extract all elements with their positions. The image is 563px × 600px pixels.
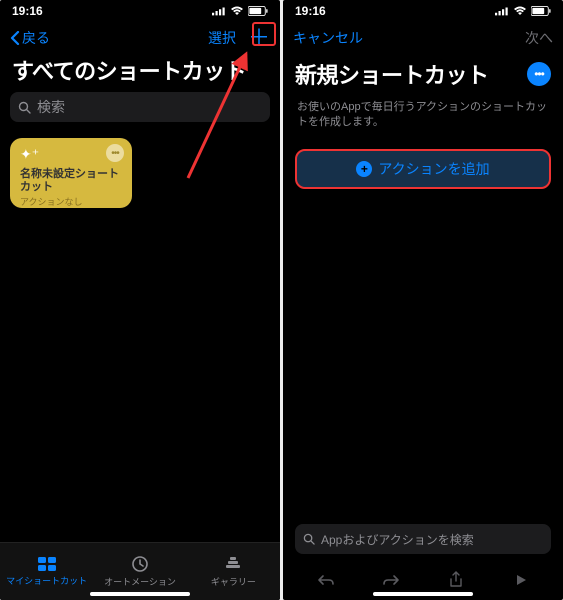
status-bar: 19:16 — [283, 0, 563, 22]
bottom-toolbar: Appおよびアクションを検索 — [283, 514, 563, 564]
action-search-bar[interactable]: Appおよびアクションを検索 — [295, 524, 551, 554]
back-label: 戻る — [22, 28, 50, 48]
automation-icon — [131, 555, 149, 573]
home-indicator[interactable] — [373, 592, 473, 596]
tab-my-shortcuts[interactable]: マイショートカット — [0, 543, 93, 600]
nav-bar: キャンセル 次へ — [283, 22, 563, 54]
add-action-label: アクションを追加 — [378, 159, 489, 179]
status-indicators — [495, 6, 551, 16]
cellular-icon — [495, 6, 509, 16]
status-bar: 19:16 — [0, 0, 280, 22]
back-button[interactable]: 戻る — [10, 28, 50, 48]
page-subtitle: お使いのAppで毎日行うアクションのショートカットを作成します。 — [283, 98, 563, 143]
card-subtitle: アクションなし — [20, 195, 122, 208]
action-search-placeholder: Appおよびアクションを検索 — [321, 531, 474, 548]
tab-label: ギャラリー — [211, 575, 256, 588]
gallery-icon — [224, 555, 242, 573]
undo-button[interactable] — [315, 573, 337, 592]
chevron-left-icon — [10, 31, 20, 45]
phone-left: 19:16 戻る 選択 ＋ すべてのショートカット 検索 ✦⁺ ••• 名称未設… — [0, 0, 280, 600]
play-icon — [514, 573, 528, 587]
redo-button[interactable] — [380, 573, 402, 592]
tab-label: マイショートカット — [6, 574, 87, 587]
status-indicators — [212, 6, 268, 16]
next-button[interactable]: 次へ — [525, 28, 553, 48]
wifi-icon — [513, 6, 527, 16]
shortcut-card[interactable]: ✦⁺ ••• 名称未設定ショートカット アクションなし — [10, 138, 132, 208]
magic-wand-icon: ✦⁺ — [20, 146, 39, 163]
phone-right: 19:16 キャンセル 次へ 新規ショートカット ••• お使いのAppで毎日行… — [283, 0, 563, 600]
more-button[interactable]: ••• — [527, 62, 551, 86]
add-action-button[interactable]: + アクションを追加 — [295, 149, 551, 189]
tab-gallery[interactable]: ギャラリー — [187, 543, 280, 600]
content-area — [283, 195, 563, 514]
status-time: 19:16 — [12, 4, 43, 18]
content-area: ✦⁺ ••• 名称未設定ショートカット アクションなし — [0, 130, 280, 542]
plus-circle-icon: + — [356, 161, 372, 177]
card-title: 名称未設定ショートカット — [20, 168, 122, 194]
share-button[interactable] — [445, 571, 467, 594]
page-title: 新規ショートカット — [295, 58, 489, 90]
battery-icon — [248, 6, 268, 16]
home-indicator[interactable] — [90, 592, 190, 596]
cellular-icon — [212, 6, 226, 16]
share-icon — [449, 571, 463, 589]
tab-label: オートメーション — [104, 575, 176, 588]
wifi-icon — [230, 6, 244, 16]
redo-icon — [382, 573, 400, 587]
card-more-button[interactable]: ••• — [106, 144, 124, 162]
search-bar[interactable]: 検索 — [10, 92, 270, 122]
search-icon — [18, 101, 31, 114]
grid-icon — [37, 556, 57, 572]
select-button[interactable]: 選択 — [208, 28, 236, 48]
search-icon — [303, 533, 315, 545]
status-time: 19:16 — [295, 4, 326, 18]
play-button[interactable] — [510, 573, 532, 592]
search-placeholder: 検索 — [37, 97, 65, 117]
page-title: すべてのショートカット — [0, 54, 280, 92]
battery-icon — [531, 6, 551, 16]
undo-icon — [317, 573, 335, 587]
add-button[interactable]: ＋ — [248, 27, 270, 49]
nav-bar: 戻る 選択 ＋ — [0, 22, 280, 54]
cancel-button[interactable]: キャンセル — [293, 28, 363, 48]
